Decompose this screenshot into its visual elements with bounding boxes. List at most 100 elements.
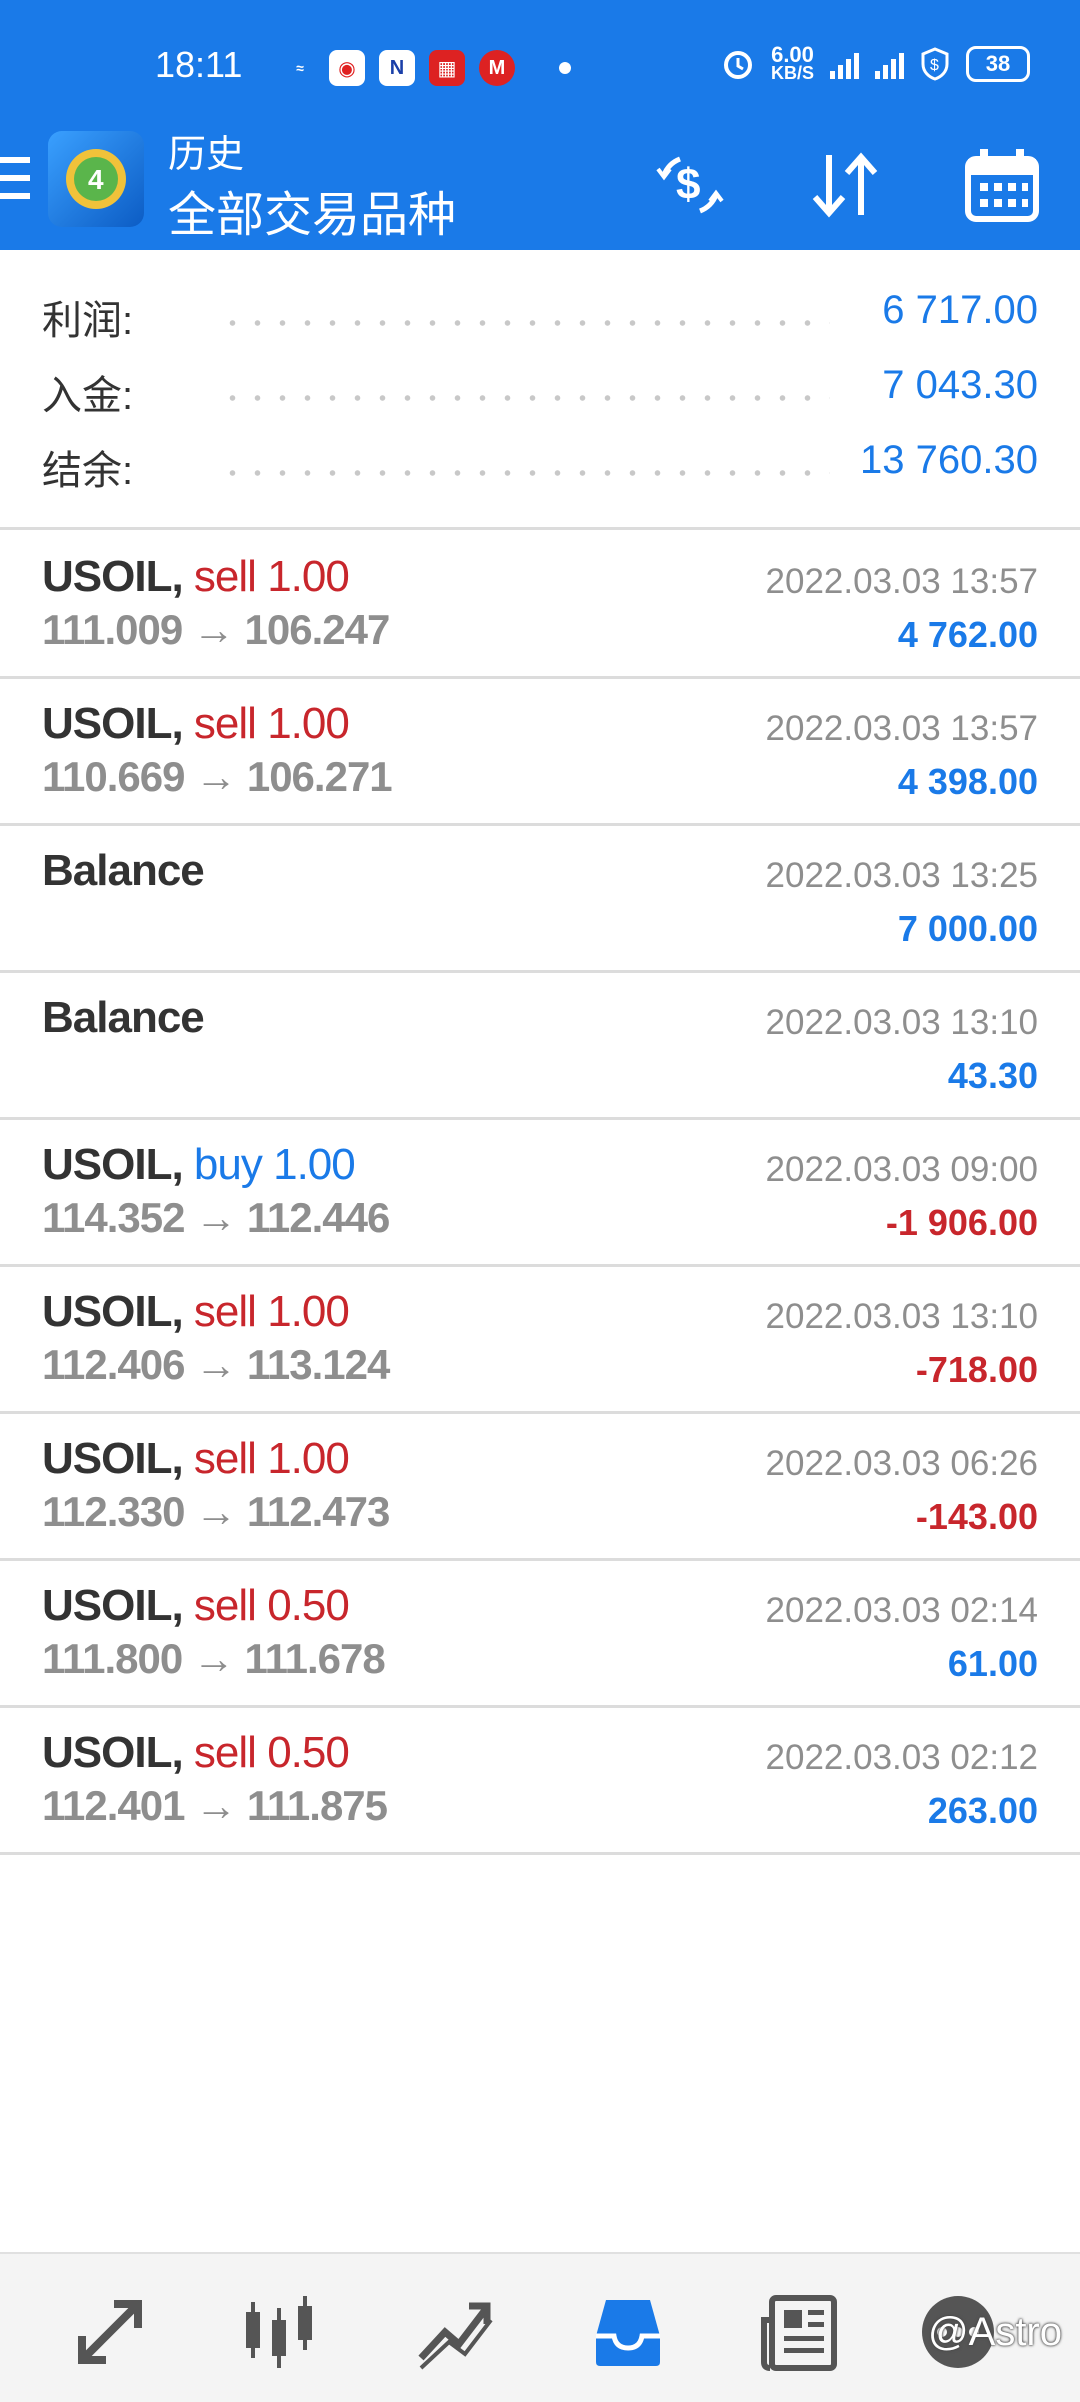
trade-volume: 0.50 xyxy=(267,1728,350,1777)
weibo-icon: ◉ xyxy=(329,50,365,86)
status-time: 18:11 xyxy=(155,44,243,85)
trade-title: USOIL, sell 1.00 xyxy=(42,1434,350,1484)
mcdonalds-icon: M xyxy=(479,50,515,86)
trade-row[interactable]: USOIL, sell 0.50 112.401 → 111.875 2022.03… xyxy=(0,1706,1080,1855)
status-right: 6.00 KB/S $ 38 xyxy=(721,42,1030,83)
trade-title: USOIL, sell 0.50 xyxy=(42,1581,350,1631)
status-app-icons: ≈ ◉ N ▦ M xyxy=(285,48,571,88)
trade-prices: 110.669 → 106.271 xyxy=(42,753,393,800)
account-summary: 利润: 6 717.00 入金: 7 043.30 结余: 13 760.30 xyxy=(0,250,1080,528)
exness-icon: ≈ xyxy=(296,60,304,76)
trade-prices: 112.406 → 113.124 xyxy=(42,1341,390,1388)
trade-time: 2022.03.03 13:57 xyxy=(765,562,1038,601)
symbol-filter[interactable]: 全部交易品种 xyxy=(168,175,456,245)
calendar-icon[interactable] xyxy=(962,145,1042,225)
trade-time: 2022.03.03 02:14 xyxy=(765,1591,1038,1630)
menu-icon[interactable] xyxy=(0,157,30,211)
trade-icon[interactable] xyxy=(415,2292,495,2372)
history-icon[interactable] xyxy=(588,2292,668,2372)
trade-profit: 61.00 xyxy=(947,1643,1038,1684)
trade-profit: -143.00 xyxy=(915,1496,1038,1537)
trade-row[interactable]: USOIL, sell 1.00 110.669 → 106.271 2022.03… xyxy=(0,677,1080,826)
leader-dots xyxy=(220,320,830,326)
trade-type: sell xyxy=(193,1728,257,1777)
summary-value: 6 717.00 xyxy=(882,288,1038,332)
trade-profit: -1 906.00 xyxy=(885,1202,1038,1243)
trade-volume: 1.00 xyxy=(267,552,350,601)
trade-row[interactable]: Balance 2022.03.03 13:10 43.30 xyxy=(0,971,1080,1120)
trade-time: 2022.03.03 13:10 xyxy=(765,1297,1038,1336)
trade-row[interactable]: USOIL, sell 1.00 111.009 → 106.247 2022.03… xyxy=(0,530,1080,679)
trade-symbol: Balance xyxy=(42,993,205,1042)
mt4-logo[interactable]: 4 xyxy=(48,131,144,227)
trade-row[interactable]: USOIL, buy 1.00 114.352 → 112.446 2022.03.… xyxy=(0,1118,1080,1267)
svg-text:4: 4 xyxy=(88,164,104,195)
trade-symbol: USOIL, xyxy=(42,552,184,601)
summary-label: 入金: xyxy=(42,374,134,418)
trade-symbol: USOIL, xyxy=(42,699,184,748)
summary-row-balance: 结余: 13 760.30 xyxy=(0,438,1080,498)
trade-row[interactable]: USOIL, sell 1.00 112.330 → 112.473 2022.03… xyxy=(0,1412,1080,1561)
trade-symbol: USOIL, xyxy=(42,1581,184,1630)
trade-prices: 114.352 → 112.446 xyxy=(42,1194,390,1241)
watermark: @Astro xyxy=(928,2310,1062,2354)
trade-symbol: USOIL, xyxy=(42,1140,184,1189)
trade-row[interactable]: USOIL, sell 1.00 112.406 → 113.124 2022.03… xyxy=(0,1265,1080,1414)
news-icon[interactable] xyxy=(760,2292,840,2372)
summary-value: 7 043.30 xyxy=(882,363,1038,407)
sort-icon[interactable] xyxy=(805,145,885,225)
trade-row[interactable]: USOIL, sell 0.50 111.800 → 111.678 2022.03… xyxy=(0,1559,1080,1708)
alarm-icon xyxy=(723,51,752,79)
trade-title: Balance xyxy=(42,993,205,1043)
trade-symbol: USOIL, xyxy=(42,1434,184,1483)
trade-time: 2022.03.03 09:00 xyxy=(765,1150,1038,1189)
trade-title: USOIL, sell 1.00 xyxy=(42,1287,350,1337)
trade-prices: 112.401 → 111.875 xyxy=(42,1782,388,1829)
trade-symbol: Balance xyxy=(42,846,205,895)
page-title: 历史 xyxy=(168,134,245,176)
trade-profit: 7 000.00 xyxy=(897,908,1038,949)
trade-time: 2022.03.03 02:12 xyxy=(765,1738,1038,1777)
trade-profit: -718.00 xyxy=(915,1349,1038,1390)
trade-type: sell xyxy=(193,1287,257,1336)
trade-volume: 1.00 xyxy=(267,1434,350,1483)
trade-title: USOIL, sell 1.00 xyxy=(42,552,350,602)
trade-symbol: USOIL, xyxy=(42,1728,184,1777)
summary-value: 13 760.30 xyxy=(860,438,1038,482)
summary-row-deposit: 入金: 7 043.30 xyxy=(0,363,1080,423)
trade-title: USOIL, sell 1.00 xyxy=(42,699,350,749)
trade-time: 2022.03.03 06:26 xyxy=(765,1444,1038,1483)
net-speed-unit: KB/S xyxy=(770,63,814,83)
svg-text:$: $ xyxy=(930,57,939,74)
chart-icon[interactable] xyxy=(240,2292,320,2372)
trade-type: sell xyxy=(193,552,257,601)
trade-prices: 111.009 → 106.247 xyxy=(42,606,390,653)
trade-profit: 263.00 xyxy=(927,1790,1038,1831)
trade-type: buy xyxy=(193,1140,263,1189)
trade-title: USOIL, buy 1.00 xyxy=(42,1140,356,1190)
trade-prices: 111.800 → 111.678 xyxy=(42,1635,386,1682)
currency-exchange-icon[interactable]: $ xyxy=(650,145,730,225)
trade-symbol: USOIL, xyxy=(42,1287,184,1336)
leader-dots xyxy=(220,470,830,476)
leader-dots xyxy=(220,395,830,401)
trade-row[interactable]: Balance 2022.03.03 13:25 7 000.00 xyxy=(0,824,1080,973)
shield-icon: $ xyxy=(921,47,949,81)
quotes-icon[interactable] xyxy=(70,2292,150,2372)
app-toolbar: 4 历史 全部交易品种 $ xyxy=(0,131,1080,250)
summary-label: 结余: xyxy=(42,449,134,493)
trade-type: sell xyxy=(193,1581,257,1630)
trade-time: 2022.03.03 13:25 xyxy=(765,856,1038,895)
trade-volume: 1.00 xyxy=(273,1140,356,1189)
status-bar: 18:11 ≈ ◉ N ▦ M 6.00 KB/S $ 38 xyxy=(0,0,1080,135)
trade-volume: 1.00 xyxy=(267,1287,350,1336)
trade-profit: 4 762.00 xyxy=(897,614,1038,655)
net-speed-value: 6.00 xyxy=(771,42,814,67)
trade-volume: 0.50 xyxy=(267,1581,350,1630)
trade-profit: 43.30 xyxy=(947,1055,1038,1096)
trade-type: sell xyxy=(193,1434,257,1483)
summary-label: 利润: xyxy=(42,299,134,343)
battery-icon: 38 xyxy=(966,46,1030,82)
trade-volume: 1.00 xyxy=(267,699,350,748)
5g-signal-icon xyxy=(875,49,904,79)
